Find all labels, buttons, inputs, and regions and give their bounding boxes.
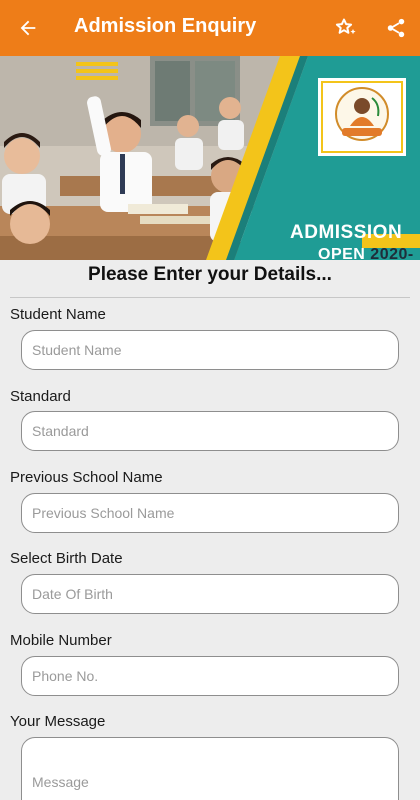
previous-school-input[interactable] bbox=[21, 493, 399, 533]
standard-input[interactable] bbox=[21, 411, 399, 451]
form-heading: Please Enter your Details... bbox=[88, 264, 332, 285]
phone-input[interactable] bbox=[21, 656, 399, 696]
standard-label: Standard bbox=[10, 388, 71, 405]
share-icon bbox=[387, 18, 405, 38]
admission-banner: ADMISSION OPEN 2020-21 bbox=[0, 56, 420, 260]
banner-admission-text: ADMISSION bbox=[290, 222, 403, 243]
share-button[interactable] bbox=[380, 12, 412, 44]
app-bar: Admission Enquiry bbox=[0, 0, 420, 56]
banner-open-label: OPEN bbox=[318, 246, 366, 260]
page-title: Admission Enquiry bbox=[74, 15, 257, 37]
star-sparkle-icon bbox=[335, 18, 356, 35]
mobile-number-label: Mobile Number bbox=[10, 632, 112, 649]
message-input[interactable] bbox=[21, 737, 399, 800]
back-button[interactable] bbox=[12, 12, 44, 44]
birth-date-input[interactable] bbox=[21, 574, 399, 614]
student-name-label: Student Name bbox=[10, 306, 106, 323]
message-label: Your Message bbox=[10, 713, 106, 730]
student-name-input[interactable] bbox=[21, 330, 399, 370]
banner-open-text: OPEN 2020-21 bbox=[318, 246, 420, 260]
previous-school-label: Previous School Name bbox=[10, 469, 163, 486]
favorite-button[interactable] bbox=[330, 12, 362, 44]
arrow-back-icon bbox=[20, 20, 36, 36]
heading-divider bbox=[10, 297, 410, 298]
birth-date-label: Select Birth Date bbox=[10, 550, 123, 567]
